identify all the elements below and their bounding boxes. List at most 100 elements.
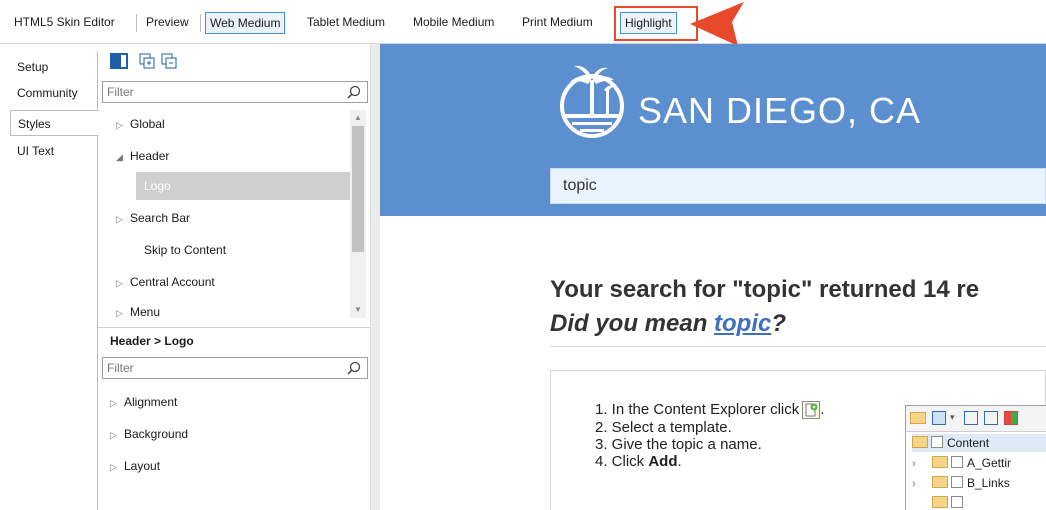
styles-filter-field[interactable]: [102, 81, 368, 103]
tab-tablet-medium[interactable]: Tablet Medium: [303, 12, 389, 34]
tree-item-label: Logo: [144, 179, 171, 193]
explorer-toolbar: ▾: [906, 406, 1046, 432]
scroll-up-icon[interactable]: ▲: [350, 110, 366, 126]
chevron-right-icon: ›: [912, 478, 916, 490]
did-you-mean: Did you mean topic?: [550, 310, 786, 338]
tree-item-label: Central Account: [130, 275, 215, 289]
pane-splitter[interactable]: [370, 44, 380, 510]
content-explorer-image: ▾ Content › A_Gettir › B_Links: [905, 405, 1046, 510]
expand-arrow-icon[interactable]: ▷: [116, 205, 130, 233]
tree-item-logo[interactable]: Logo: [136, 172, 350, 200]
toolbar-title: HTML5 Skin Editor: [14, 15, 115, 29]
tree-item-label: Search Bar: [130, 211, 191, 225]
expand-arrow-icon[interactable]: ▷: [110, 389, 124, 417]
result-card: 1. In the Content Explorer click. 2. Sel…: [550, 370, 1046, 510]
prop-alignment[interactable]: ▷ Alignment: [110, 388, 177, 416]
did-you-mean-prefix: Did you mean: [550, 310, 715, 337]
search-result-heading: Your search for "topic" returned 14 re: [550, 276, 980, 303]
styles-filter-input[interactable]: [103, 82, 333, 102]
styles-panel: ▷Global ◢Header Logo ▷Search Bar Skip to…: [98, 44, 370, 510]
step-1: 1. In the Content Explorer click.: [595, 401, 824, 419]
vtab-styles[interactable]: Styles: [10, 110, 99, 136]
vertical-tab-strip: Setup Community Styles UI Text: [10, 52, 99, 510]
scroll-down-icon[interactable]: ▼: [350, 302, 366, 318]
step-end: .: [677, 453, 682, 470]
checkbox: [951, 476, 963, 488]
callout-box: [614, 6, 698, 41]
collapse-all-icon[interactable]: [160, 52, 178, 70]
step-2: 2. Select a template.: [595, 419, 732, 436]
collapse-icon: [984, 411, 998, 425]
steps-list: 1. In the Content Explorer click. 2. Sel…: [595, 401, 824, 470]
section-title: Header > Logo: [110, 334, 194, 348]
tree-item-global[interactable]: ▷ Global: [102, 110, 350, 138]
tree-item-header[interactable]: ◢ Header: [102, 142, 350, 170]
tab-mobile-medium[interactable]: Mobile Medium: [409, 12, 498, 34]
expand-arrow-icon[interactable]: ▷: [116, 111, 130, 139]
step-4-bold: Add: [648, 453, 678, 470]
add-topic-icon: [802, 401, 821, 419]
explorer-root: Content: [912, 434, 1046, 452]
collapse-arrow-icon[interactable]: ◢: [116, 143, 130, 171]
folder-icon: [932, 456, 948, 468]
explorer-item-partial: [932, 494, 967, 510]
prop-layout[interactable]: ▷ Layout: [110, 452, 160, 480]
expand-arrow-icon[interactable]: ▷: [116, 269, 130, 297]
prop-label: Alignment: [124, 395, 178, 409]
prop-label: Layout: [124, 459, 161, 473]
tree-item-label: Global: [130, 117, 165, 131]
tree-item-search-bar[interactable]: ▷ Search Bar: [102, 204, 350, 232]
tree-scrollbar[interactable]: ▲ ▼: [350, 110, 366, 318]
step-4: 4. Click Add.: [595, 453, 824, 470]
open-folder-icon: [910, 412, 926, 424]
prop-label: Background: [124, 427, 189, 441]
tree-item-skip-to-content[interactable]: Skip to Content: [102, 236, 350, 264]
callout-arrow-icon: [690, 2, 744, 46]
did-you-mean-link[interactable]: topic: [714, 310, 771, 337]
did-you-mean-suffix: ?: [771, 310, 787, 337]
prop-background[interactable]: ▷ Background: [110, 420, 188, 448]
tab-print-medium[interactable]: Print Medium: [518, 12, 597, 34]
vtab-ui-text[interactable]: UI Text: [10, 138, 99, 164]
tree-item-label: Header: [130, 149, 170, 163]
tree-item-label: Skip to Content: [144, 243, 227, 257]
vtab-community[interactable]: Community: [10, 80, 99, 106]
top-toolbar: HTML5 Skin Editor Preview Web Medium Tab…: [0, 0, 1046, 46]
step-text: 4. Click: [595, 453, 649, 470]
explorer-item: › B_Links: [912, 474, 1010, 492]
folder-icon: [912, 436, 928, 448]
folder-icon: [932, 476, 948, 488]
expand-all-icon[interactable]: [138, 52, 156, 70]
expand-icon: [964, 411, 978, 425]
checkbox: [951, 456, 963, 468]
expand-arrow-icon[interactable]: ▷: [110, 421, 124, 449]
divider: [550, 346, 1046, 347]
folder-icon: [932, 496, 948, 508]
props-filter-field[interactable]: [102, 357, 368, 379]
preview-pane: SAN DIEGO, CA Your search for "topic" re…: [380, 44, 1046, 510]
preview-search-bar[interactable]: [550, 168, 1046, 204]
expand-arrow-icon[interactable]: ▷: [110, 453, 124, 481]
props-filter-input[interactable]: [103, 358, 333, 378]
tab-preview[interactable]: Preview: [142, 12, 193, 34]
checkbox: [951, 496, 963, 508]
vtab-setup[interactable]: Setup: [10, 54, 99, 80]
explorer-item: › A_Gettir: [912, 454, 1011, 472]
search-icon: [347, 85, 361, 99]
tree-item-central-account[interactable]: ▷ Central Account: [102, 268, 350, 296]
header-banner: SAN DIEGO, CA: [380, 44, 1046, 216]
tab-web-medium[interactable]: Web Medium: [205, 12, 286, 34]
dropdown-icon: ▾: [950, 412, 955, 422]
chevron-right-icon: ›: [912, 458, 916, 470]
expand-arrow-icon[interactable]: ▷: [116, 299, 130, 327]
tree-item-menu[interactable]: ▷ Menu: [102, 298, 350, 326]
preview-search-input[interactable]: [551, 169, 1031, 203]
palm-tree-logo-icon[interactable]: [552, 56, 632, 142]
panel-toggle-icon[interactable]: [110, 52, 128, 70]
step-3: 3. Give the topic a name.: [595, 436, 762, 453]
tree-item-label: Menu: [130, 305, 161, 319]
toolbar-separator: [200, 14, 201, 32]
step-text: 1. In the Content Explorer click: [595, 401, 800, 418]
scroll-thumb[interactable]: [352, 126, 364, 252]
panel-divider: [98, 327, 370, 328]
